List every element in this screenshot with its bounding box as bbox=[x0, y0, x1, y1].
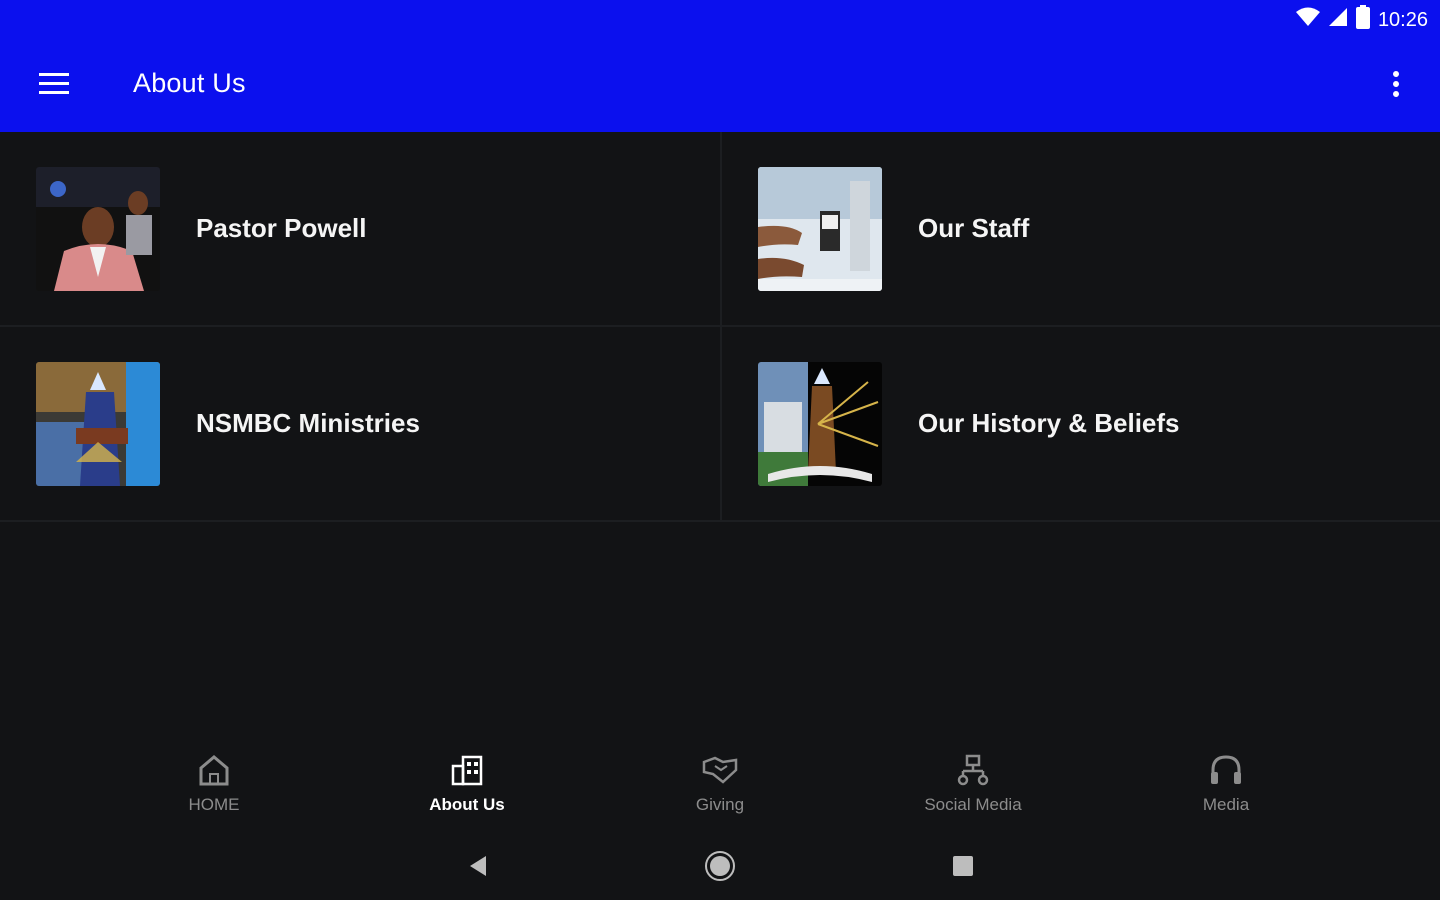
status-bar: 10:26 bbox=[0, 0, 1440, 40]
staff-photo bbox=[758, 166, 882, 291]
history-photo bbox=[758, 361, 882, 486]
tile-nsmbc-ministries[interactable]: NSMBC Ministries bbox=[0, 327, 720, 522]
recents-button[interactable] bbox=[943, 850, 983, 886]
back-icon bbox=[468, 855, 488, 882]
about-grid: Pastor Powell Our Staff NSMBC Ministries… bbox=[0, 132, 1440, 522]
home-icon bbox=[197, 754, 231, 791]
home-circle-icon bbox=[704, 850, 736, 887]
signal-icon bbox=[1328, 7, 1348, 33]
nav-label: Giving bbox=[695, 795, 745, 814]
headphones-icon bbox=[1209, 754, 1243, 791]
tile-label: Our History & Beliefs bbox=[918, 408, 1180, 438]
ministries-photo bbox=[36, 361, 160, 486]
nav-label: Social Media bbox=[924, 795, 1022, 814]
tile-label: Our Staff bbox=[918, 213, 1030, 243]
building-icon bbox=[450, 754, 484, 791]
nav-label: HOME bbox=[188, 795, 240, 814]
nav-social-media[interactable]: Social Media bbox=[893, 754, 1053, 824]
bottom-navigation: HOME About Us Giving Social Media Media bbox=[0, 740, 1440, 830]
nav-home[interactable]: HOME bbox=[134, 754, 294, 824]
more-vert-icon bbox=[1392, 70, 1400, 103]
status-time: 10:26 bbox=[1377, 8, 1428, 31]
back-button[interactable] bbox=[458, 850, 498, 886]
recents-icon bbox=[952, 855, 974, 882]
overflow-menu-button[interactable] bbox=[1372, 62, 1420, 110]
nav-about-us[interactable]: About Us bbox=[387, 754, 547, 824]
hamburger-menu-icon bbox=[39, 72, 69, 100]
nav-giving[interactable]: Giving bbox=[640, 754, 800, 824]
page-title: About Us bbox=[133, 68, 246, 98]
pastor-photo bbox=[36, 166, 160, 291]
menu-button[interactable] bbox=[24, 62, 84, 110]
status-icons: 10:26 bbox=[1295, 5, 1428, 35]
home-button[interactable] bbox=[700, 850, 740, 886]
tile-pastor-powell[interactable]: Pastor Powell bbox=[0, 132, 720, 327]
tile-label: NSMBC Ministries bbox=[196, 408, 420, 438]
nav-label: About Us bbox=[429, 795, 505, 814]
system-navigation-bar bbox=[0, 834, 1440, 900]
tile-our-staff[interactable]: Our Staff bbox=[720, 132, 1440, 327]
nav-label: Media bbox=[1202, 795, 1250, 814]
network-icon bbox=[956, 754, 990, 791]
nav-media[interactable]: Media bbox=[1146, 754, 1306, 824]
wifi-icon bbox=[1295, 7, 1320, 33]
handshake-icon bbox=[701, 754, 739, 791]
app-bar: About Us bbox=[0, 40, 1440, 132]
tile-our-history-beliefs[interactable]: Our History & Beliefs bbox=[720, 327, 1440, 522]
tile-label: Pastor Powell bbox=[196, 213, 367, 243]
battery-icon bbox=[1355, 5, 1370, 35]
